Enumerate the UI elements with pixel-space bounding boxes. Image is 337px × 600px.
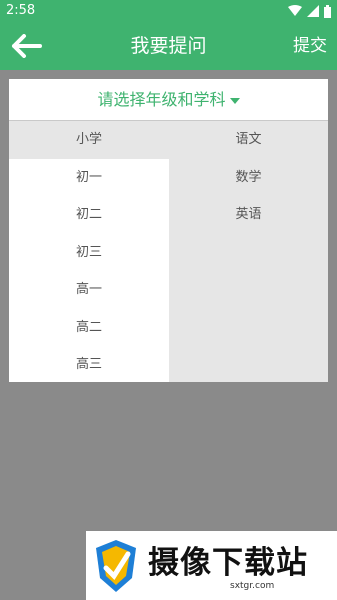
caret-down-icon <box>229 97 240 104</box>
signal-icon <box>307 5 319 17</box>
status-time: 2:58 <box>6 3 36 18</box>
subject-list: 语文 数学 英语 <box>169 121 328 382</box>
subject-item[interactable]: 英语 <box>169 196 328 234</box>
shield-logo-icon <box>96 540 136 592</box>
grade-list: 小学 初一 初二 初三 高一 高二 高三 <box>9 121 169 382</box>
grade-item[interactable]: 高二 <box>9 309 169 347</box>
app-bar: 我要提问 提交 <box>0 22 337 70</box>
page-title: 我要提问 <box>130 35 207 57</box>
watermark-title: 摄像下载站 <box>148 545 308 581</box>
battery-icon <box>324 4 331 18</box>
subject-item[interactable]: 语文 <box>169 121 328 159</box>
watermark-banner: 摄像下载站 sxtgr.com <box>86 531 337 600</box>
status-bar: 2:58 <box>0 0 337 22</box>
grade-subject-dropdown[interactable]: 请选择年级和学科 <box>9 79 328 121</box>
wifi-icon <box>288 5 302 16</box>
grade-item[interactable]: 初一 <box>9 159 169 197</box>
grade-item[interactable]: 高三 <box>9 346 169 384</box>
grade-item[interactable]: 高一 <box>9 271 169 309</box>
status-icons <box>288 4 331 18</box>
grade-subject-panel: 请选择年级和学科 小学 初一 初二 初三 高一 高二 高三 语文 数学 英语 <box>9 79 328 382</box>
grade-item[interactable]: 初三 <box>9 234 169 272</box>
subject-item[interactable]: 数学 <box>169 159 328 197</box>
dropdown-label: 请选择年级和学科 <box>97 90 226 109</box>
grade-item[interactable]: 初二 <box>9 196 169 234</box>
watermark-subtitle: sxtgr.com <box>230 581 275 591</box>
grade-item[interactable]: 小学 <box>9 121 169 159</box>
submit-button[interactable]: 提交 <box>293 22 327 70</box>
